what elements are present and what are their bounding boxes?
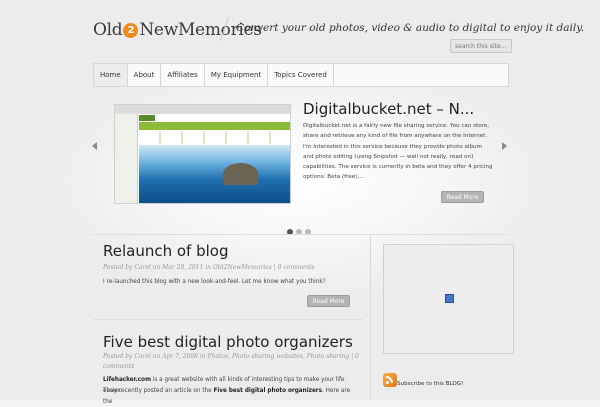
article-link[interactable]: Five best digital photo organizers <box>213 388 322 394</box>
sidebar-ad-box[interactable] <box>383 244 514 354</box>
lifehacker-link[interactable]: Lifehacker.com <box>103 377 151 383</box>
post-title-relaunch[interactable]: Relaunch of blog <box>103 242 229 260</box>
broken-image-icon <box>445 294 454 303</box>
search-input[interactable] <box>450 39 512 53</box>
post-read-more-button[interactable]: Read More <box>307 295 350 307</box>
rss-icon[interactable] <box>383 373 397 387</box>
thumbnail-rock-island <box>223 163 258 185</box>
slide-read-more-button[interactable]: Read More <box>441 191 484 203</box>
nav-item-my-equipment[interactable]: My Equipment <box>205 64 269 86</box>
nav-item-home[interactable]: Home <box>94 64 128 86</box>
subscribe-link[interactable]: Subscribe to this BLOG! <box>397 381 463 387</box>
slide-excerpt: Digitalbucket.net is a fairly new file s… <box>303 123 493 181</box>
content-top-divider <box>93 234 507 235</box>
slider-prev-arrow-icon[interactable] <box>92 142 97 150</box>
thumbnail-logo <box>139 115 155 121</box>
nav-item-about[interactable]: About <box>128 64 162 86</box>
slide-title[interactable]: Digitalbucket.net – N... <box>303 100 474 118</box>
post-excerpt-relaunch: I re-launched this blog with a new look-… <box>103 279 326 285</box>
post-meta-photo-organizers-cont: comments <box>103 363 135 370</box>
thumbnail-sidebar <box>115 114 138 203</box>
logo-text-old: Old <box>93 20 123 40</box>
post-title-photo-organizers[interactable]: Five best digital photo organizers <box>103 333 353 351</box>
post-meta-relaunch: Posted by Carel on Mar 28, 2011 in Old2N… <box>103 264 315 271</box>
slider-next-arrow-icon[interactable] <box>502 142 507 150</box>
post-meta-photo-organizers: Posted by Carel on Apr 7, 2008 in Photos… <box>103 353 359 360</box>
nav-item-topics-covered[interactable]: Topics Covered <box>268 64 334 86</box>
post-divider <box>93 319 363 320</box>
site-tagline: Convert your old photos, video & audio t… <box>236 22 585 34</box>
slide-thumbnail[interactable] <box>114 104 291 204</box>
sidebar-divider <box>370 235 371 400</box>
thumbnail-browser-toolbar <box>115 105 290 114</box>
thumbnail-menu-grid <box>139 131 290 144</box>
excerpt-text: They recently posted an article on the <box>103 388 214 394</box>
nav-item-affiliates[interactable]: Affiliates <box>161 64 205 86</box>
thumbnail-header-bar <box>139 122 290 130</box>
main-nav: Home About Affiliates My Equipment Topic… <box>93 63 509 87</box>
post-excerpt-photo-organizers-line2: They recently posted an article on the F… <box>103 386 353 407</box>
logo-badge: 2 <box>123 22 139 38</box>
thumbnail-sea-photo <box>139 145 290 203</box>
